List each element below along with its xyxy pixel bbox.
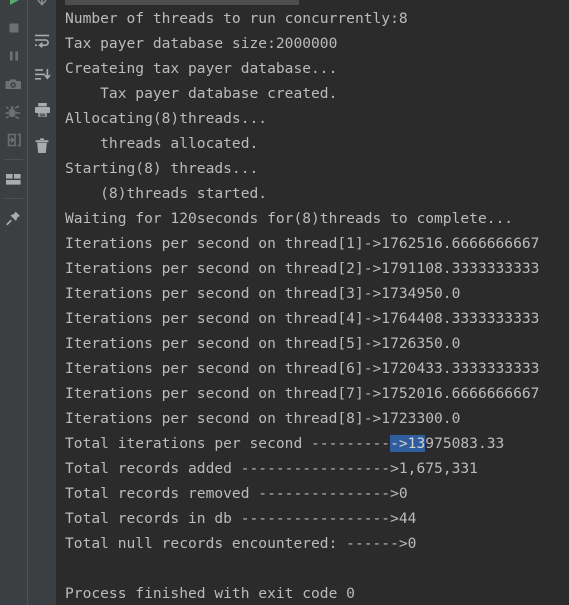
console-line: Iterations per second on thread[5]->1726… (65, 335, 461, 352)
green-play-icon (9, 0, 19, 5)
stop-square-icon (9, 23, 18, 33)
layout-panel-icon (6, 173, 21, 185)
trash-icon (35, 138, 49, 153)
export-button[interactable] (2, 128, 26, 152)
console-line: Process finished with exit code 0 (65, 585, 355, 602)
console-line: Tax payer database created. (65, 85, 338, 102)
export-arrow-icon (7, 133, 21, 147)
console-line: Iterations per second on thread[3]->1734… (65, 285, 461, 302)
attach-debugger-button[interactable] (2, 100, 26, 124)
console-line: Createing tax payer database... (65, 60, 338, 77)
console-line: Number of threads to run concurrently:8 (65, 10, 408, 27)
console-line: Total records added ----------------->1,… (65, 460, 478, 477)
console-actions (28, 0, 56, 605)
console-line: Iterations per second on thread[2]->1791… (65, 260, 540, 277)
print-button[interactable] (30, 98, 54, 122)
sort-filter-icon (34, 68, 51, 80)
console-line: threads allocated. (65, 135, 259, 152)
toolbar-divider-2 (4, 198, 23, 199)
run-tool-window-actions (0, 0, 28, 605)
console-line: (8)threads started. (65, 185, 268, 202)
clear-all-button[interactable] (30, 134, 54, 158)
console-line: Total records removed --------------->0 (65, 485, 408, 502)
console-line: Iterations per second on thread[8]->1723… (65, 410, 461, 427)
tool-window-gutter (0, 0, 56, 605)
down-arrow-icon (37, 0, 47, 6)
console-line: Total iterations per second ---------->1… (65, 435, 505, 452)
bug-icon (5, 104, 20, 119)
pause-icon (9, 51, 18, 61)
clipped-previous-line (65, 0, 299, 5)
layout-settings-button[interactable] (2, 167, 26, 191)
printer-icon (34, 103, 50, 117)
soft-wrap-icon (34, 34, 49, 48)
run-tool-window: Number of threads to run concurrently:8 T… (0, 0, 569, 605)
rerun-button[interactable] (2, 0, 26, 12)
camera-icon (5, 78, 21, 89)
console-line: Tax payer database size:2000000 (65, 35, 338, 52)
stop-button[interactable] (2, 16, 26, 40)
console-line: Iterations per second on thread[1]->1762… (65, 235, 540, 252)
console-line: Waiting for 120seconds for(8)threads to … (65, 210, 514, 227)
console-line: Starting(8) threads... (65, 160, 259, 177)
soft-wrap-button[interactable] (30, 28, 54, 52)
filter-sort-button[interactable] (30, 62, 54, 86)
console-line: Total null records encountered: ------>0 (65, 535, 417, 552)
console-line: Total records in db ----------------->44 (65, 510, 417, 527)
run-output-console[interactable]: Number of threads to run concurrently:8 T… (56, 0, 569, 605)
console-line: Iterations per second on thread[7]->1752… (65, 385, 540, 402)
pause-output-button[interactable] (2, 44, 26, 68)
screenshot-button[interactable] (2, 72, 26, 96)
scroll-to-end-button[interactable] (30, 0, 54, 12)
console-line: Iterations per second on thread[4]->1764… (65, 310, 540, 327)
toolbar-divider (4, 159, 23, 160)
console-line: Iterations per second on thread[6]->1720… (65, 360, 540, 377)
console-line-list: Number of threads to run concurrently:8 T… (65, 6, 569, 605)
console-line: Allocating(8)threads... (65, 110, 268, 127)
text-selection-highlight: ->13 (390, 435, 426, 452)
pin-tab-button[interactable] (2, 206, 26, 230)
pin-icon (6, 211, 20, 225)
